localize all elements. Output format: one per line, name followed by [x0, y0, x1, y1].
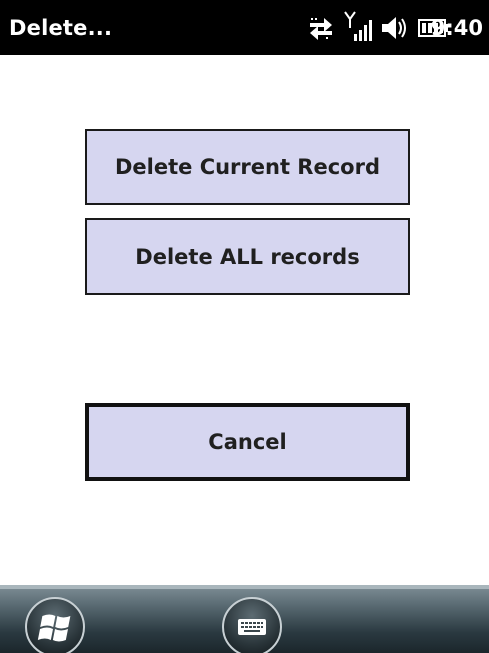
volume-icon[interactable] [380, 15, 410, 41]
delete-all-records-button[interactable]: Delete ALL records [85, 218, 410, 295]
clock[interactable]: 9:40 [431, 16, 483, 40]
screen: Delete... 9:40 Delete Current Record Del… [0, 0, 489, 653]
keyboard-icon [238, 619, 266, 635]
taskbar-highlight [0, 585, 489, 589]
window-title: Delete... [9, 16, 113, 40]
delete-current-record-button[interactable]: Delete Current Record [85, 129, 410, 205]
title-bar: Delete... 9:40 [0, 0, 489, 55]
dialog-content: Delete Current Record Delete ALL records… [0, 55, 489, 585]
signal-icon[interactable] [343, 10, 373, 44]
connectivity-icon[interactable] [308, 15, 334, 41]
cancel-button[interactable]: Cancel [85, 403, 410, 481]
windows-start-icon [37, 614, 71, 642]
keyboard-button[interactable] [222, 597, 282, 653]
start-button[interactable] [25, 597, 85, 653]
taskbar [0, 585, 489, 653]
